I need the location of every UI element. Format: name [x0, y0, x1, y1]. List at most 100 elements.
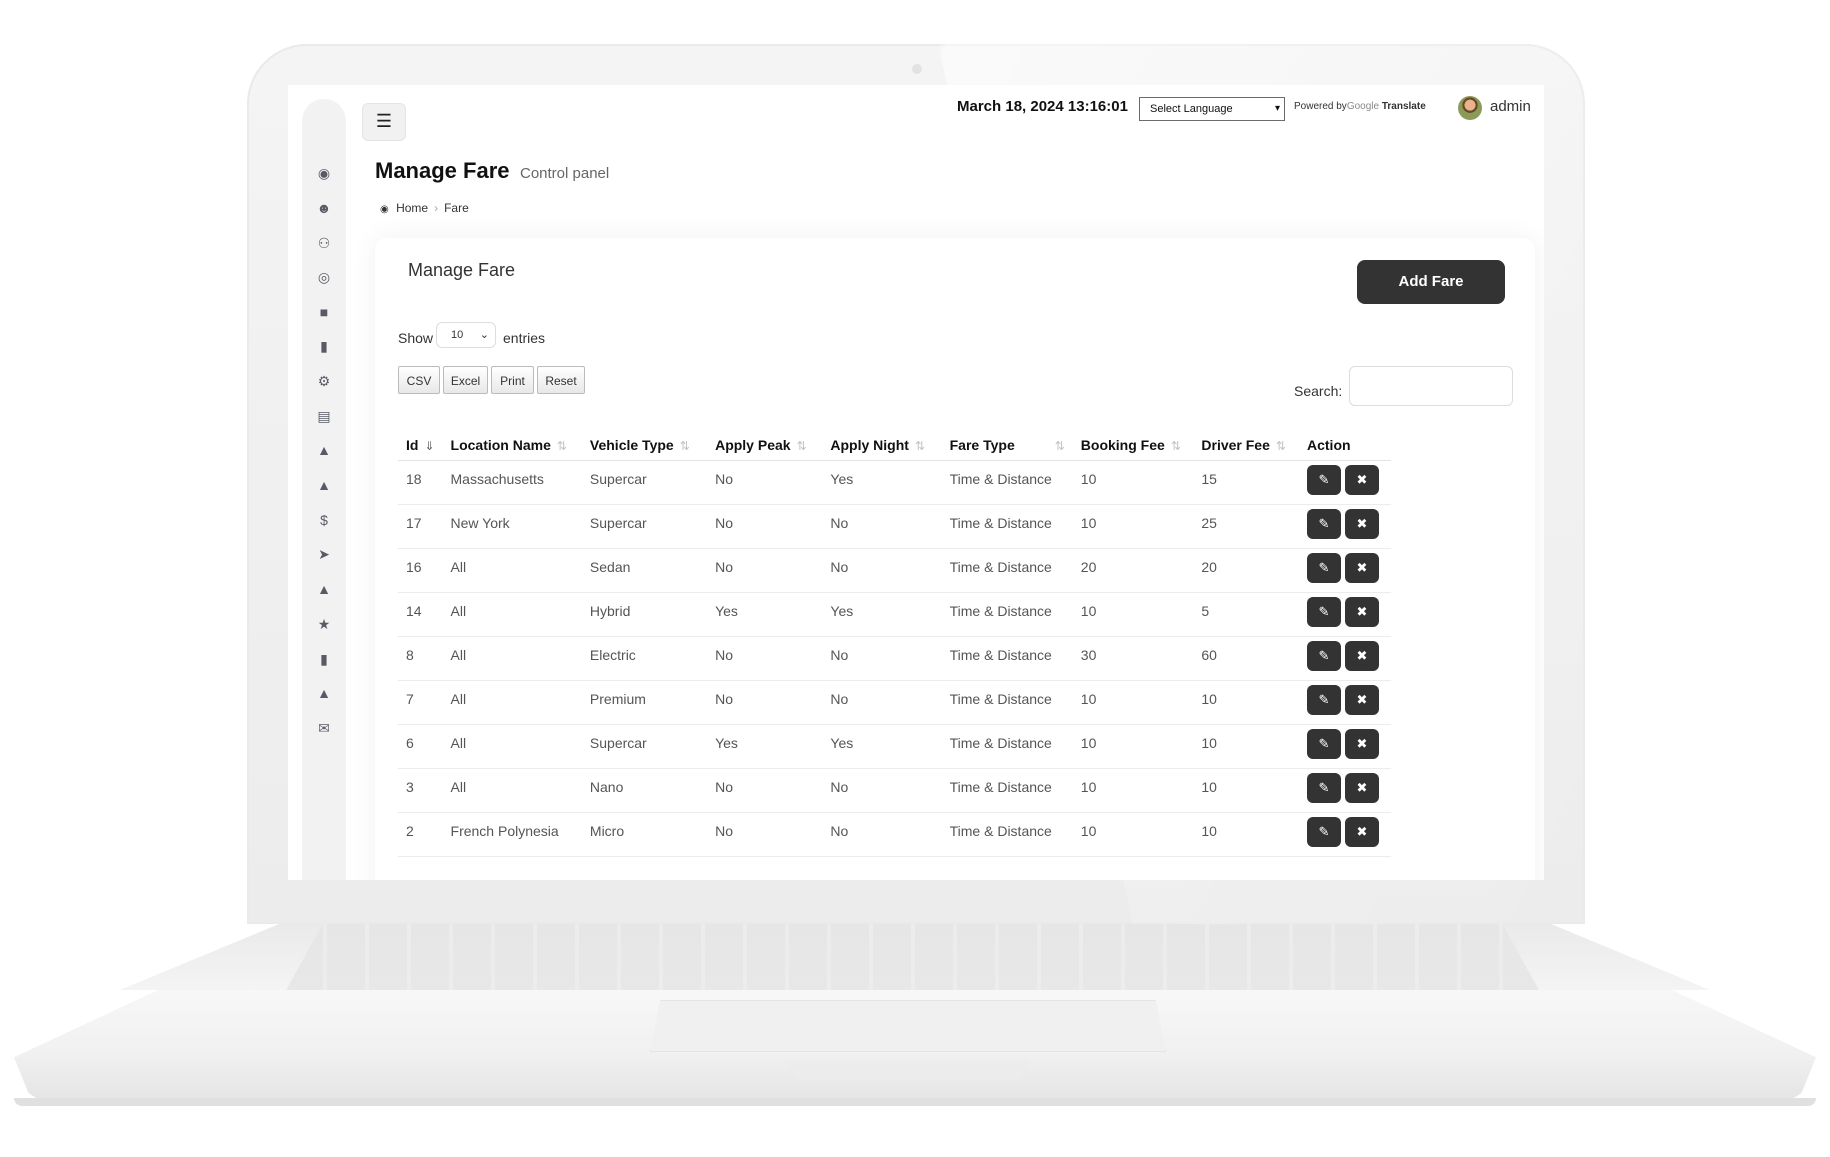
cell-vehicle-type: Hybrid	[581, 592, 708, 637]
delete-button[interactable]: ✖	[1345, 685, 1379, 715]
table-row: 7 All Premium No No Time & Distance 10 10 ✎ ✖	[398, 680, 1391, 725]
user-add-icon[interactable]: ☻	[302, 200, 346, 216]
edit-button[interactable]: ✎	[1307, 553, 1341, 583]
column-driver-fee[interactable]: Driver Fee ⇅	[1193, 430, 1299, 461]
users-icon[interactable]: ⚇	[302, 235, 346, 251]
send-icon[interactable]: ➤	[302, 546, 346, 562]
cell-booking-fee: 10	[1072, 768, 1194, 813]
add-fare-button[interactable]: Add Fare	[1357, 260, 1505, 304]
trash-icon: ✖	[1356, 516, 1368, 531]
cell-booking-fee: 30	[1072, 636, 1194, 681]
user-menu[interactable]: admin	[1490, 98, 1531, 115]
delete-button[interactable]: ✖	[1345, 817, 1379, 847]
cell-id: 6	[398, 724, 443, 769]
chevron-down-icon: ▾	[1274, 103, 1280, 114]
edit-button[interactable]: ✎	[1307, 773, 1341, 803]
cell-vehicle-type: Supercar	[581, 460, 708, 505]
cell-action: ✎ ✖	[1299, 812, 1391, 857]
column-vehicle-type-label: Vehicle Type	[589, 437, 674, 453]
webcam	[912, 64, 922, 74]
column-location-name[interactable]: Location Name ⇅	[442, 430, 582, 461]
column-fare-type[interactable]: Fare Type ⇅	[941, 430, 1073, 461]
breadcrumb-current: Fare	[444, 201, 469, 215]
delete-button[interactable]: ✖	[1345, 641, 1379, 671]
edit-button[interactable]: ✎	[1307, 465, 1341, 495]
sort-icon: ⇅	[796, 439, 807, 453]
book-icon[interactable]: ▮	[302, 651, 346, 667]
column-id[interactable]: Id ⇓	[398, 430, 443, 461]
car-icon[interactable]: ▲	[302, 581, 346, 597]
edit-button[interactable]: ✎	[1307, 817, 1341, 847]
edit-button[interactable]: ✎	[1307, 685, 1341, 715]
csv-button[interactable]: CSV	[398, 366, 440, 394]
delete-button[interactable]: ✖	[1345, 509, 1379, 539]
edit-button[interactable]: ✎	[1307, 597, 1341, 627]
dollar-icon[interactable]: $	[302, 512, 346, 528]
delete-button[interactable]: ✖	[1345, 597, 1379, 627]
cell-vehicle-type: Micro	[581, 812, 708, 857]
cell-apply-peak: No	[707, 768, 823, 813]
cell-apply-night: Yes	[822, 724, 942, 769]
cell-driver-fee: 25	[1193, 504, 1299, 549]
cell-fare-type: Time & Distance	[941, 724, 1073, 769]
building-icon[interactable]: ■	[302, 304, 346, 320]
translate-link[interactable]: Translate	[1382, 101, 1426, 112]
cell-vehicle-type: Premium	[581, 680, 708, 725]
map-icon[interactable]: ▤	[302, 408, 346, 424]
life-ring-icon[interactable]: ◎	[302, 269, 346, 285]
breadcrumb-home[interactable]: Home	[396, 201, 428, 215]
cell-id: 3	[398, 768, 443, 813]
column-apply-night[interactable]: Apply Night ⇅	[822, 430, 942, 461]
delete-button[interactable]: ✖	[1345, 465, 1379, 495]
google-logo[interactable]: Google	[1347, 101, 1379, 112]
envelope-icon[interactable]: ✉	[302, 720, 346, 736]
delete-button[interactable]: ✖	[1345, 553, 1379, 583]
cell-apply-night: Yes	[822, 460, 942, 505]
hamburger-icon: ☰	[375, 111, 393, 131]
cell-booking-fee: 10	[1072, 812, 1194, 857]
edit-button[interactable]: ✎	[1307, 509, 1341, 539]
book-icon[interactable]: ▮	[302, 338, 346, 354]
cell-fare-type: Time & Distance	[941, 504, 1073, 549]
cell-driver-fee: 10	[1193, 680, 1299, 725]
car-icon[interactable]: ▲	[302, 685, 346, 701]
edit-button[interactable]: ✎	[1307, 641, 1341, 671]
dashboard-icon[interactable]: ◉	[302, 165, 346, 181]
sort-icon: ⇅	[1170, 439, 1181, 453]
cell-booking-fee: 10	[1072, 460, 1194, 505]
reset-button[interactable]: Reset	[537, 366, 585, 394]
cell-apply-night: No	[822, 768, 942, 813]
cogs-icon[interactable]: ⚙	[302, 373, 346, 389]
cell-apply-peak: No	[707, 680, 823, 725]
entries-select[interactable]: 10 ⌄	[436, 322, 496, 348]
delete-button[interactable]: ✖	[1345, 729, 1379, 759]
language-select[interactable]: Select Language ▾	[1139, 97, 1285, 121]
delete-button[interactable]: ✖	[1345, 773, 1379, 803]
table-header-row: Id ⇓ Location Name ⇅ Vehicle Type ⇅ Apply P…	[398, 430, 1391, 461]
column-vehicle-type[interactable]: Vehicle Type ⇅	[581, 430, 708, 461]
cell-fare-type: Time & Distance	[941, 768, 1073, 813]
edit-icon: ✎	[1318, 472, 1330, 487]
column-apply-night-label: Apply Night	[830, 437, 909, 453]
star-icon[interactable]: ★	[302, 616, 346, 632]
car-icon[interactable]: ▲	[302, 477, 346, 493]
column-booking-fee[interactable]: Booking Fee ⇅	[1072, 430, 1194, 461]
menu-toggle-button[interactable]: ☰	[362, 103, 406, 141]
car-icon[interactable]: ▲	[302, 442, 346, 458]
print-button[interactable]: Print	[491, 366, 534, 394]
edit-button[interactable]: ✎	[1307, 729, 1341, 759]
edit-icon: ✎	[1318, 780, 1330, 795]
search-input[interactable]	[1349, 366, 1513, 406]
cell-driver-fee: 15	[1193, 460, 1299, 505]
excel-button[interactable]: Excel	[443, 366, 488, 394]
edit-icon: ✎	[1318, 560, 1330, 575]
cell-id: 17	[398, 504, 443, 549]
sidebar: ◉ ☻ ⚇ ◎ ■ ▮ ⚙ ▤ ▲ ▲ $ ➤ ▲ ★ ▮ ▲ ✉	[302, 99, 346, 880]
cell-location: All	[442, 592, 582, 637]
avatar[interactable]	[1458, 96, 1482, 120]
cell-id: 14	[398, 592, 443, 637]
current-datetime: March 18, 2024 13:16:01	[957, 98, 1128, 115]
cell-apply-night: No	[822, 812, 942, 857]
column-apply-peak[interactable]: Apply Peak ⇅	[707, 430, 823, 461]
cell-driver-fee: 20	[1193, 548, 1299, 593]
